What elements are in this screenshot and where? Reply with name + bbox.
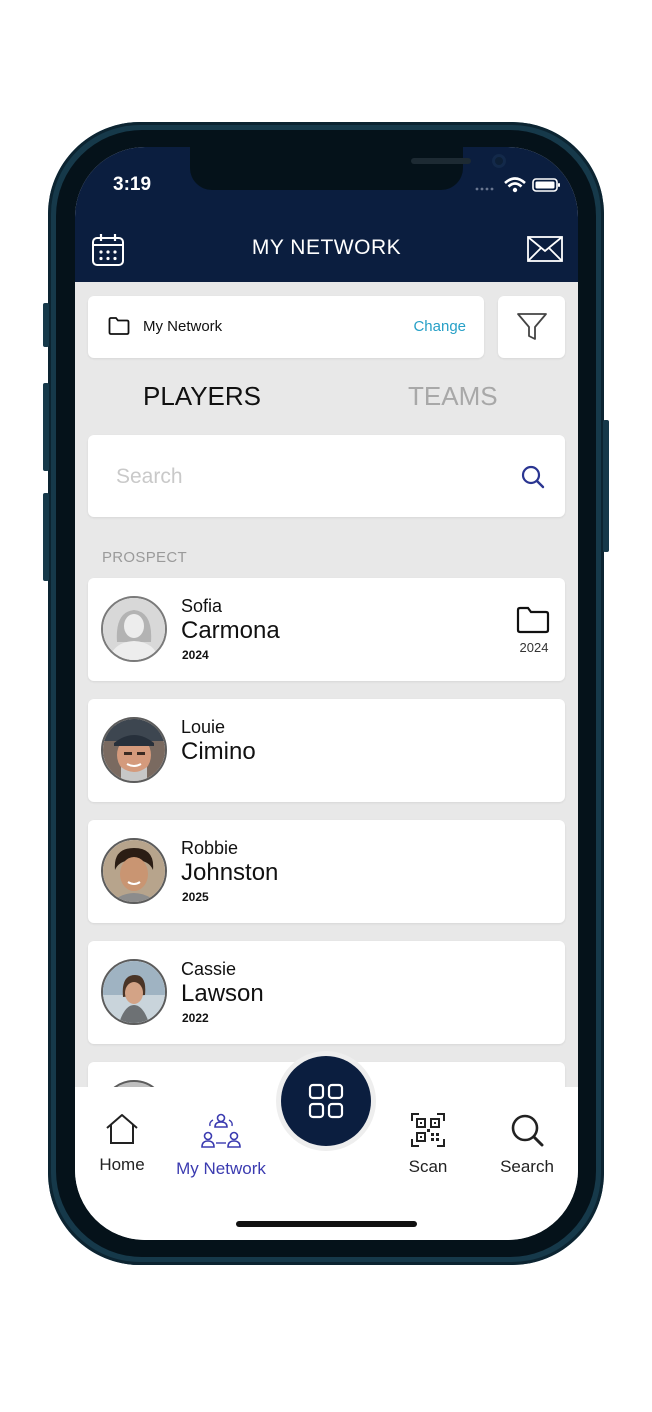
avatar-placeholder (101, 596, 167, 662)
filter-button[interactable] (498, 296, 565, 358)
search-input[interactable] (114, 461, 498, 493)
player-last-name: Cimino (181, 738, 256, 765)
silent-switch (43, 303, 49, 347)
power-button (603, 420, 609, 552)
player-grad-year: 2024 (182, 648, 209, 662)
speaker-grille (411, 158, 471, 164)
change-network-link[interactable]: Change (413, 318, 466, 335)
network-name: My Network (143, 318, 223, 335)
search-icon (511, 1114, 544, 1147)
nav-my-network[interactable]: My Network (171, 1112, 271, 1179)
player-card[interactable]: Sofia Carmona 2024 2024 (88, 578, 565, 681)
nav-search[interactable]: Search (477, 1112, 577, 1177)
player-first-name: Robbie (181, 838, 239, 858)
nav-scan[interactable]: Scan (378, 1112, 478, 1177)
player-card[interactable]: Louie Cimino (88, 699, 565, 802)
filter-icon (517, 313, 547, 340)
page-title: MY NETWORK (251, 236, 402, 259)
front-camera (492, 154, 506, 168)
apps-grid-button[interactable] (281, 1056, 371, 1146)
grid-icon (308, 1083, 344, 1119)
player-card[interactable]: Cassie Lawson 2022 (88, 941, 565, 1044)
player-first-name: Sofia (181, 596, 223, 616)
network-icon (201, 1113, 241, 1148)
tab-teams[interactable]: TEAMS (408, 381, 498, 412)
status-time: 3:19 (113, 174, 152, 195)
qr-code-icon (411, 1113, 445, 1147)
signal-wifi-battery-icon (475, 177, 560, 193)
folder-year: 2024 (519, 640, 549, 655)
search-bar (88, 435, 565, 517)
player-first-name: Louie (181, 717, 226, 737)
player-grad-year: 2022 (182, 1011, 209, 1025)
nav-scan-label: Scan (408, 1157, 448, 1176)
app-screen: 3:19 MY NETWORK My Network Change PLAYER… (75, 147, 578, 1240)
folder-icon[interactable] (516, 606, 550, 639)
player-last-name: Johnston (181, 859, 279, 886)
player-card[interactable]: Robbie Johnston 2025 (88, 820, 565, 923)
section-header: PROSPECT (102, 549, 187, 566)
folder-icon (108, 317, 130, 340)
home-icon (106, 1114, 138, 1144)
player-last-name: Lawson (181, 980, 264, 1007)
search-icon[interactable] (520, 464, 546, 490)
player-last-name: Carmona (181, 617, 280, 644)
device-notch (190, 147, 506, 190)
avatar (101, 959, 167, 1025)
tab-players[interactable]: PLAYERS (143, 381, 261, 412)
nav-home-label: Home (99, 1155, 145, 1174)
network-selector[interactable]: My Network Change (88, 296, 484, 358)
nav-my-network-label: My Network (176, 1159, 266, 1178)
player-first-name: Cassie (181, 959, 237, 979)
nav-search-label: Search (500, 1157, 554, 1176)
mail-icon[interactable] (527, 236, 563, 267)
volume-up-button (43, 383, 49, 471)
player-grad-year: 2025 (182, 890, 209, 904)
avatar (101, 838, 167, 904)
avatar (101, 717, 167, 783)
nav-home[interactable]: Home (75, 1112, 172, 1175)
volume-down-button (43, 493, 49, 581)
app-header: 3:19 MY NETWORK (75, 147, 578, 282)
status-icons (475, 175, 565, 195)
home-indicator (236, 1221, 417, 1227)
